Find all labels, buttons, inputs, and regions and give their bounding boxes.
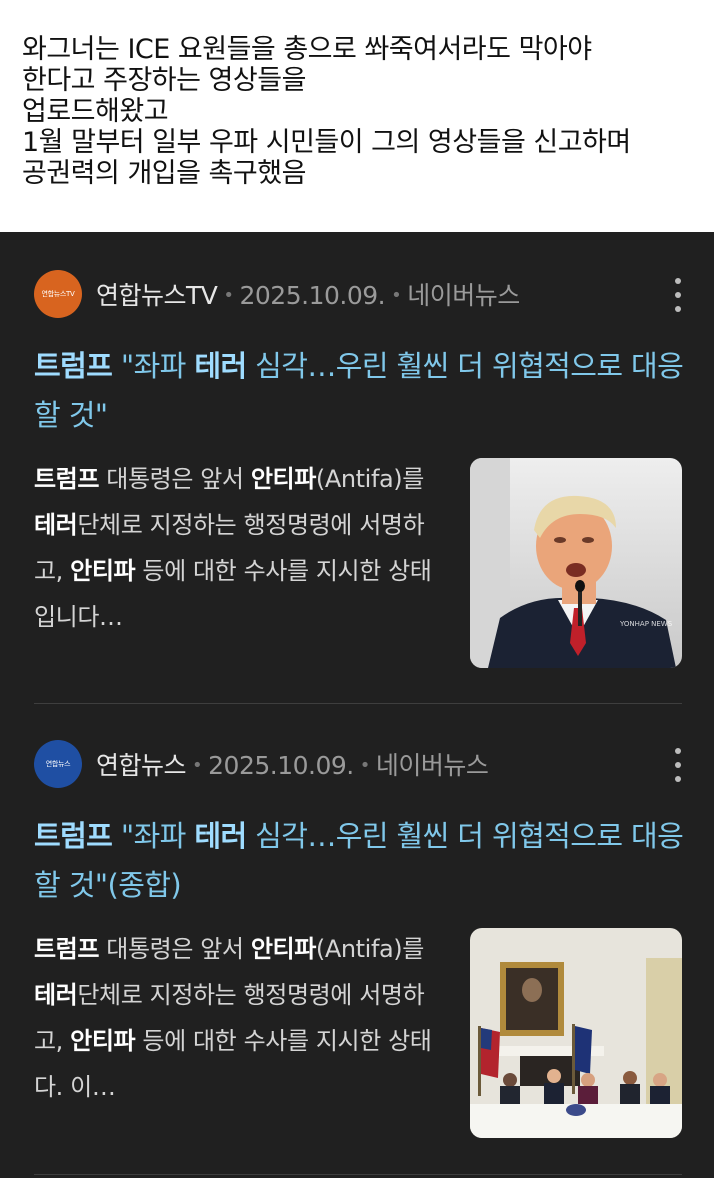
caption-line: 업로드해왔고 (22, 96, 169, 127)
source-name[interactable]: 연합뉴스 (96, 751, 187, 780)
caption-text: 와그너는 ICE 요원들을 총으로 쏴죽여서라도 막아야 한다고 주장하는 영상… (0, 0, 714, 232)
keyword-highlight: 트럼프 (34, 819, 113, 853)
article-summary: 트럼프 대통령은 앞서 안티파(Antifa)를 테러단체로 지정하는 행정명령… (34, 926, 444, 1110)
article-headline[interactable]: 트럼프 "좌파 테러 심각…우린 훨씬 더 위협적으로 대응할 것" (34, 342, 684, 440)
separator-dot: • (391, 285, 402, 306)
keyword-highlight: 안티파 (70, 1027, 136, 1055)
separator-dot: • (192, 755, 203, 776)
source-line: 연합뉴스TV • 2025.10.09. • 네이버뉴스 (96, 276, 520, 312)
source-row: 연합뉴스 연합뉴스 • 2025.10.09. • 네이버뉴스 (34, 740, 694, 790)
keyword-highlight: 안티파 (250, 465, 316, 493)
keyword-highlight: 트럼프 (34, 465, 100, 493)
headline-text: "좌파 (112, 349, 195, 383)
divider (34, 1174, 682, 1175)
news-results-panel: 연합뉴스TV 연합뉴스TV • 2025.10.09. • 네이버뉴스 트럼프 "좌파 … (0, 232, 714, 1178)
logo-text: 연합뉴스 (45, 760, 71, 768)
summary-text: 대통령은 앞서 (99, 465, 251, 493)
separator-dot: • (359, 755, 371, 776)
source-logo[interactable]: 연합뉴스 (34, 740, 82, 788)
keyword-highlight: 테러 (34, 981, 78, 1009)
keyword-highlight: 테러 (194, 349, 247, 383)
summary-text: (Antifa)를 (315, 935, 424, 963)
source-line: 연합뉴스 • 2025.10.09. • 네이버뉴스 (96, 746, 489, 782)
caption-line: 1월 말부터 일부 우파 시민들이 그의 영상들을 신고하며 (22, 127, 631, 158)
keyword-highlight: 트럼프 (34, 349, 113, 383)
keyword-highlight: 안티파 (70, 557, 136, 585)
source-row: 연합뉴스TV 연합뉴스TV • 2025.10.09. • 네이버뉴스 (34, 270, 694, 320)
keyword-highlight: 트럼프 (34, 935, 100, 963)
thumbnail-watermark: YONHAP NEWS (619, 620, 673, 628)
caption-line: 와그너는 ICE 요원들을 총으로 쏴죽여서라도 막아야 (22, 34, 592, 65)
platform-link[interactable]: 네이버뉴스 (407, 281, 520, 310)
keyword-highlight: 테러 (194, 819, 247, 853)
summary-text: (Antifa)를 (315, 465, 424, 493)
logo-text: 연합뉴스TV (41, 290, 75, 298)
platform-link[interactable]: 네이버뉴스 (376, 751, 489, 780)
more-vertical-icon[interactable] (670, 748, 686, 782)
headline-text: "좌파 (112, 819, 195, 853)
separator-dot: • (223, 285, 234, 306)
article-headline[interactable]: 트럼프 "좌파 테러 심각…우린 훨씬 더 위협적으로 대응할 것"(종합) (34, 812, 684, 910)
source-logo[interactable]: 연합뉴스TV (34, 270, 82, 318)
article-date: 2025.10.09. (208, 751, 354, 780)
article-thumbnail[interactable]: YONHAP NEWS (470, 458, 682, 668)
source-name[interactable]: 연합뉴스TV (96, 281, 218, 310)
article-date: 2025.10.09. (239, 281, 386, 310)
keyword-highlight: 테러 (34, 511, 78, 539)
keyword-highlight: 안티파 (250, 935, 316, 963)
article-thumbnail[interactable] (470, 928, 682, 1138)
caption-line: 공권력의 개입을 촉구했음 (22, 158, 306, 189)
divider (34, 703, 682, 704)
summary-text: 대통령은 앞서 (99, 935, 251, 963)
caption-line: 한다고 주장하는 영상들을 (22, 65, 306, 96)
more-vertical-icon[interactable] (670, 278, 686, 312)
article-summary: 트럼프 대통령은 앞서 안티파(Antifa)를 테러단체로 지정하는 행정명령… (34, 456, 444, 640)
